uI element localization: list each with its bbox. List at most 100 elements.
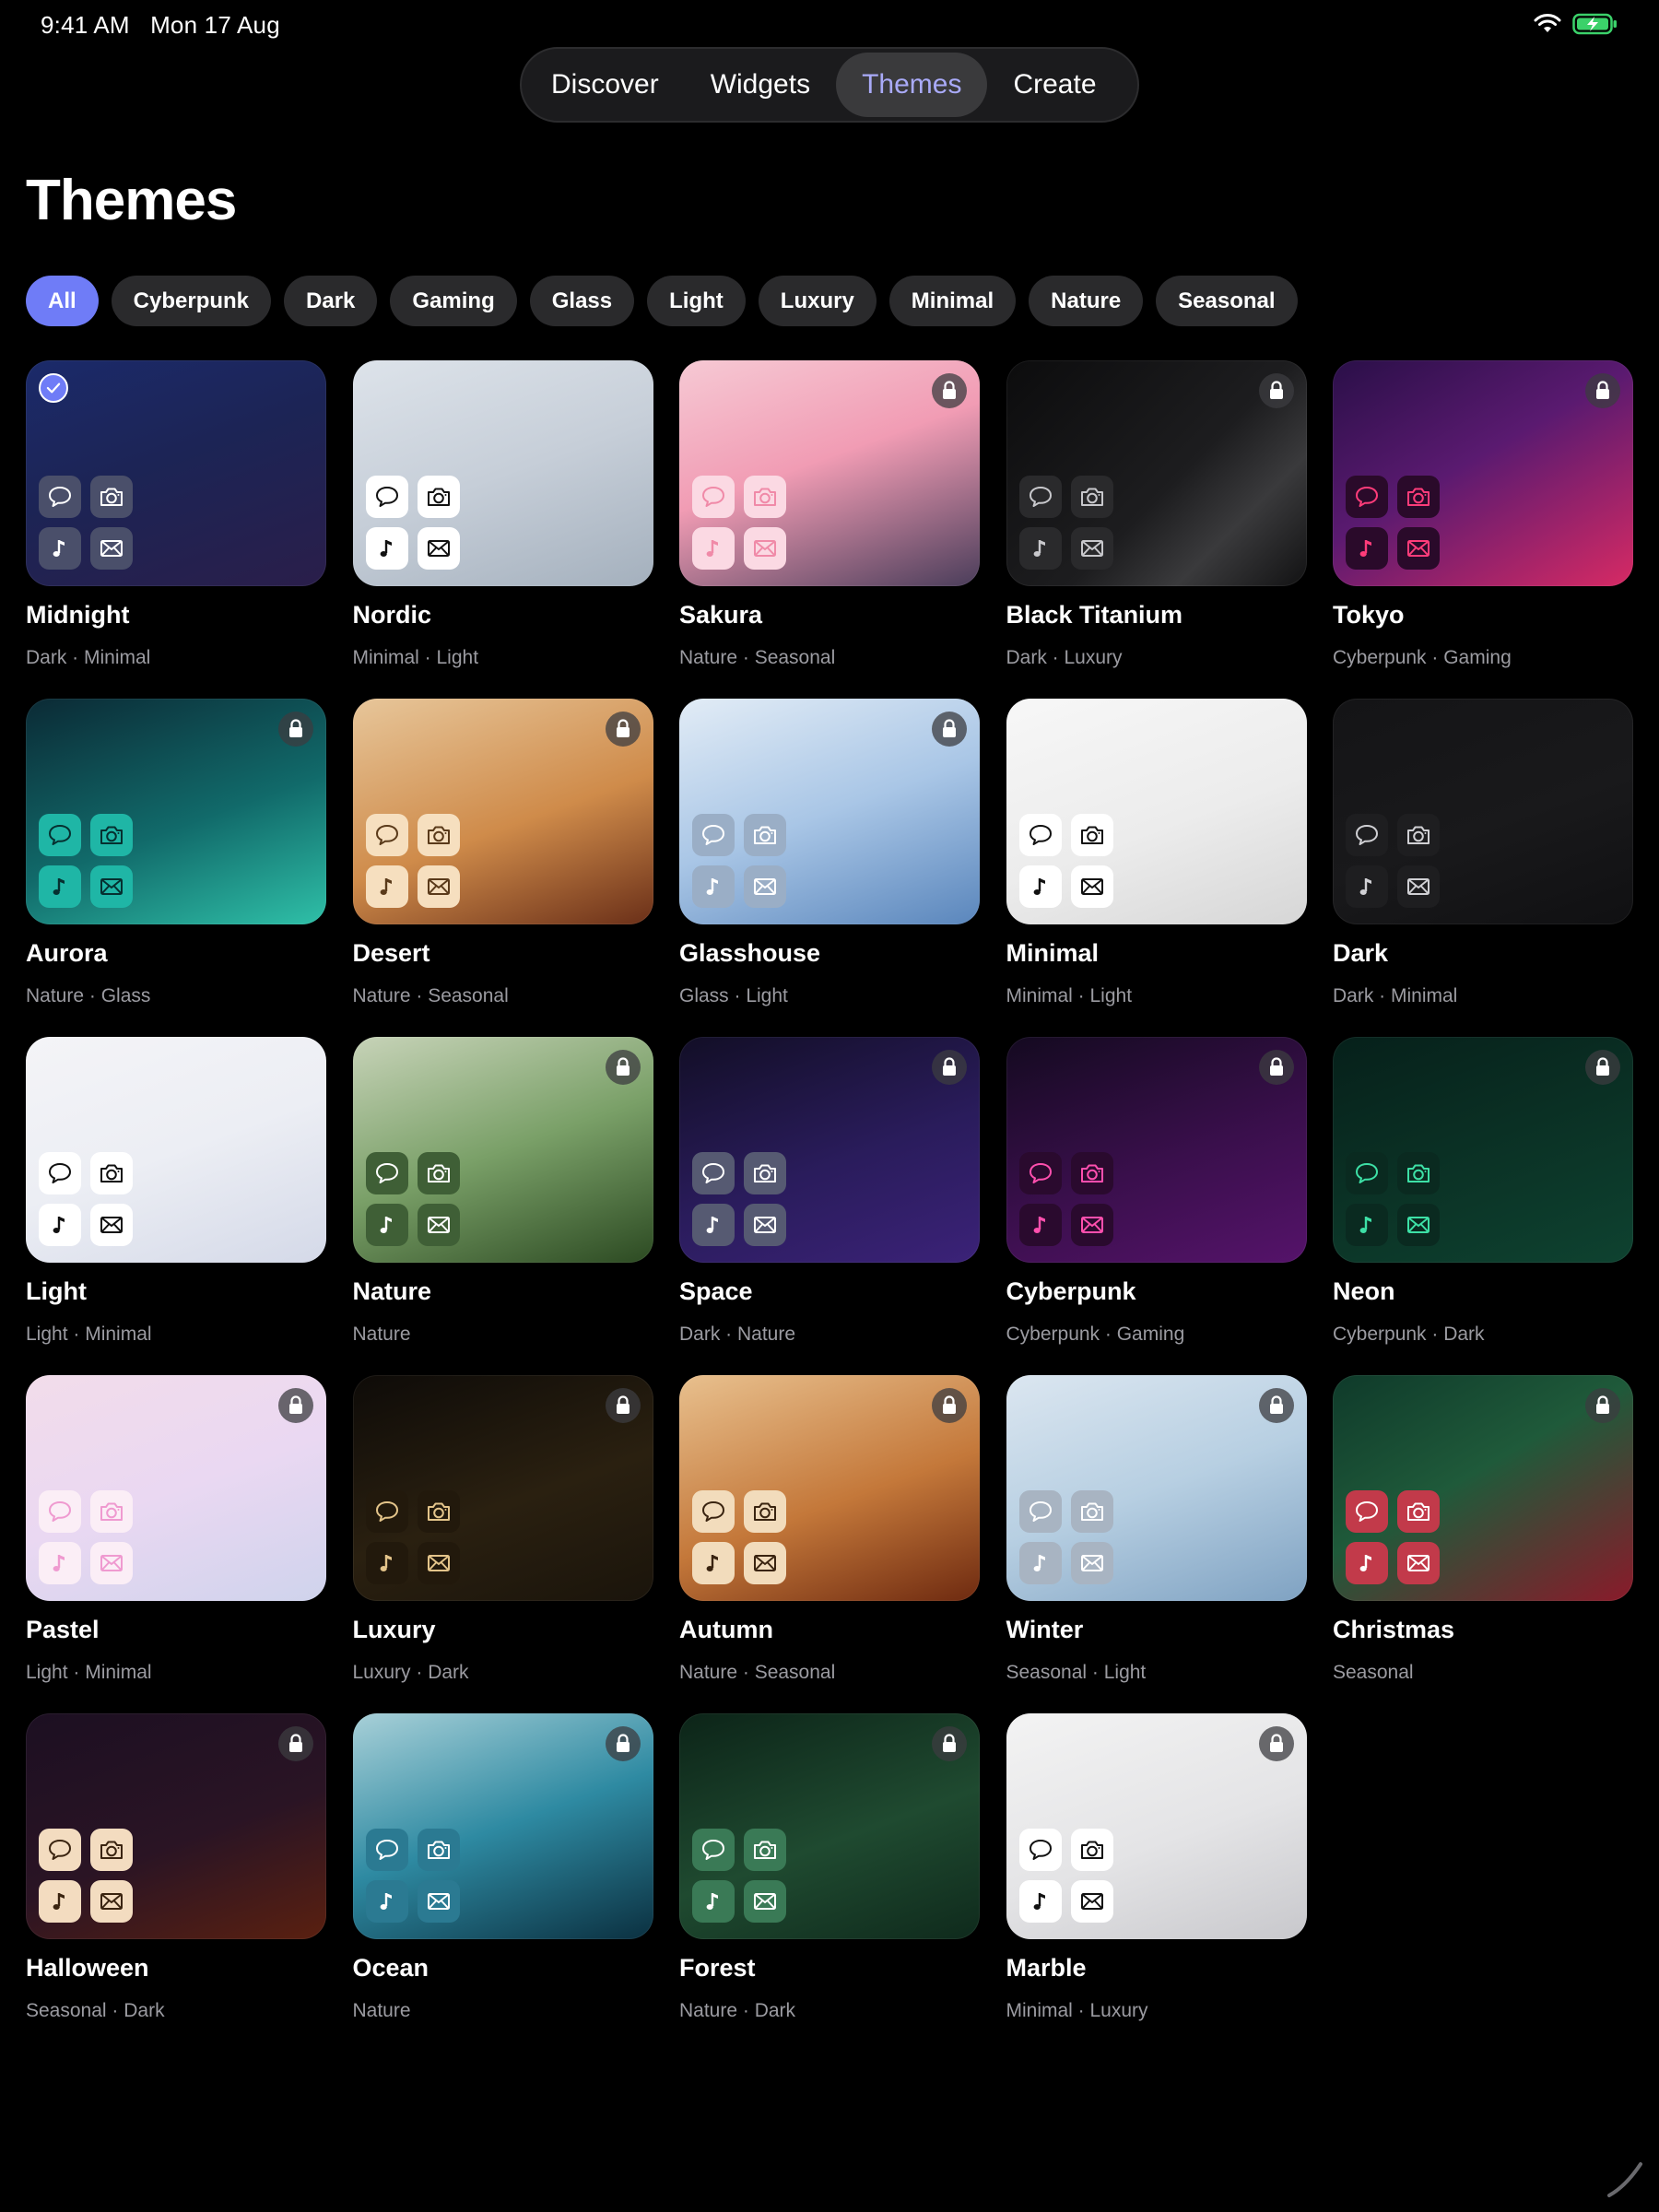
status-icons: [1534, 13, 1618, 35]
theme-tags: Dark · Nature: [679, 1324, 796, 1345]
filter-chip-gaming[interactable]: Gaming: [390, 276, 517, 326]
theme-preview[interactable]: [679, 699, 980, 924]
mail-icon: [1070, 1542, 1113, 1584]
theme-card-nordic[interactable]: Nordic Minimal · Light: [352, 360, 653, 699]
theme-preview[interactable]: [1333, 699, 1633, 924]
theme-card-pastel[interactable]: Pastel Light · Minimal: [26, 1375, 326, 1713]
scroll-indicator: [1607, 2162, 1642, 2197]
message-icon: [692, 814, 735, 856]
theme-preview[interactable]: [679, 1375, 980, 1601]
theme-card-luxury[interactable]: Luxury Luxury · Dark: [352, 1375, 653, 1713]
theme-card-halloween[interactable]: Halloween Seasonal · Dark: [26, 1713, 326, 2052]
lock-icon: [278, 1726, 313, 1761]
theme-preview[interactable]: [26, 699, 326, 924]
filter-chip-nature[interactable]: Nature: [1029, 276, 1144, 326]
music-icon: [39, 1880, 81, 1923]
mail-icon: [1070, 1880, 1113, 1923]
filter-chip-glass[interactable]: Glass: [529, 276, 635, 326]
theme-card-tokyo[interactable]: Tokyo Cyberpunk · Gaming: [1333, 360, 1633, 699]
lock-icon: [1258, 1726, 1294, 1761]
theme-card-sakura[interactable]: Sakura Nature · Seasonal: [679, 360, 980, 699]
theme-preview[interactable]: [352, 699, 653, 924]
music-icon: [1018, 1880, 1062, 1923]
mail-icon: [90, 1542, 133, 1584]
theme-preview[interactable]: [26, 360, 326, 586]
music-icon: [1346, 1204, 1388, 1246]
theme-preview[interactable]: [352, 1375, 653, 1601]
filter-chip-minimal[interactable]: Minimal: [888, 276, 1017, 326]
theme-card-nature[interactable]: Nature Nature: [352, 1037, 653, 1375]
theme-card-cyberpunk[interactable]: Cyberpunk Cyberpunk · Gaming: [1006, 1037, 1307, 1375]
app-icon-preview: [365, 1490, 460, 1584]
theme-card-black-titanium[interactable]: Black Titanium Dark · Luxury: [1006, 360, 1307, 699]
tab-themes[interactable]: Themes: [836, 53, 988, 117]
app-icon-preview: [365, 476, 460, 570]
mail-icon: [90, 527, 133, 570]
theme-name: Winter: [1006, 1616, 1084, 1643]
camera-icon: [90, 1490, 133, 1533]
battery-charging-icon: [1572, 13, 1617, 35]
theme-preview[interactable]: [26, 1375, 326, 1601]
theme-preview[interactable]: [1006, 1037, 1307, 1263]
theme-name: Forest: [679, 1954, 756, 1982]
app-icon-preview: [692, 476, 786, 570]
theme-preview[interactable]: [1333, 1375, 1633, 1601]
theme-preview[interactable]: [26, 1713, 326, 1939]
theme-preview[interactable]: [1333, 1037, 1633, 1263]
theme-card-christmas[interactable]: Christmas Seasonal: [1333, 1375, 1633, 1713]
theme-card-aurora[interactable]: Aurora Nature · Glass: [26, 699, 326, 1037]
theme-card-glasshouse[interactable]: Glasshouse Glass · Light: [679, 699, 980, 1037]
message-icon: [1346, 1152, 1388, 1194]
theme-preview[interactable]: [352, 1713, 653, 1939]
music-icon: [39, 1542, 81, 1584]
theme-name: Space: [679, 1277, 753, 1305]
theme-preview[interactable]: [352, 360, 653, 586]
theme-name: Aurora: [26, 939, 108, 967]
theme-card-minimal[interactable]: Minimal Minimal · Light: [1006, 699, 1307, 1037]
theme-preview[interactable]: [1006, 1713, 1307, 1939]
theme-preview[interactable]: [1006, 699, 1307, 924]
message-icon: [39, 814, 81, 856]
tab-create[interactable]: Create: [987, 53, 1122, 117]
tab-discover[interactable]: Discover: [525, 53, 685, 117]
theme-preview[interactable]: [1333, 360, 1633, 586]
theme-card-autumn[interactable]: Autumn Nature · Seasonal: [679, 1375, 980, 1713]
theme-card-forest[interactable]: Forest Nature · Dark: [679, 1713, 980, 2052]
app-icon-preview: [1018, 476, 1113, 570]
theme-card-desert[interactable]: Desert Nature · Seasonal: [352, 699, 653, 1037]
theme-preview[interactable]: [1006, 360, 1307, 586]
tab-widgets[interactable]: Widgets: [685, 53, 836, 117]
theme-preview[interactable]: [352, 1037, 653, 1263]
theme-preview[interactable]: [679, 1713, 980, 1939]
theme-preview[interactable]: [679, 360, 980, 586]
app-icon-preview: [1346, 1152, 1440, 1246]
app-icon-preview: [1018, 1490, 1113, 1584]
theme-card-winter[interactable]: Winter Seasonal · Light: [1006, 1375, 1307, 1713]
theme-card-marble[interactable]: Marble Minimal · Luxury: [1006, 1713, 1307, 2052]
theme-card-space[interactable]: Space Dark · Nature: [679, 1037, 980, 1375]
message-icon: [39, 476, 81, 518]
filter-chip-seasonal[interactable]: Seasonal: [1156, 276, 1298, 326]
filter-chip-luxury[interactable]: Luxury: [758, 276, 877, 326]
theme-card-midnight[interactable]: Midnight Dark · Minimal: [26, 360, 326, 699]
theme-preview[interactable]: [26, 1037, 326, 1263]
theme-tags: Seasonal · Light: [1006, 1662, 1147, 1683]
theme-name: Halloween: [26, 1954, 149, 1982]
camera-icon: [417, 814, 460, 856]
theme-card-neon[interactable]: Neon Cyberpunk · Dark: [1333, 1037, 1633, 1375]
checkmark-icon: [39, 373, 68, 403]
music-icon: [365, 1204, 408, 1246]
filter-chip-light[interactable]: Light: [647, 276, 746, 326]
filter-chip-all[interactable]: All: [26, 276, 99, 326]
camera-icon: [90, 814, 133, 856]
filter-chip-cyberpunk[interactable]: Cyberpunk: [111, 276, 272, 326]
theme-card-dark[interactable]: Dark Dark · Minimal: [1333, 699, 1633, 1037]
theme-card-light[interactable]: Light Light · Minimal: [26, 1037, 326, 1375]
filter-chip-dark[interactable]: Dark: [284, 276, 378, 326]
app-icon-preview: [365, 814, 460, 908]
theme-card-ocean[interactable]: Ocean Nature: [352, 1713, 653, 2052]
theme-preview[interactable]: [679, 1037, 980, 1263]
app-icon-preview: [39, 814, 133, 908]
theme-tags: Nature: [352, 2000, 411, 2021]
theme-preview[interactable]: [1006, 1375, 1307, 1601]
